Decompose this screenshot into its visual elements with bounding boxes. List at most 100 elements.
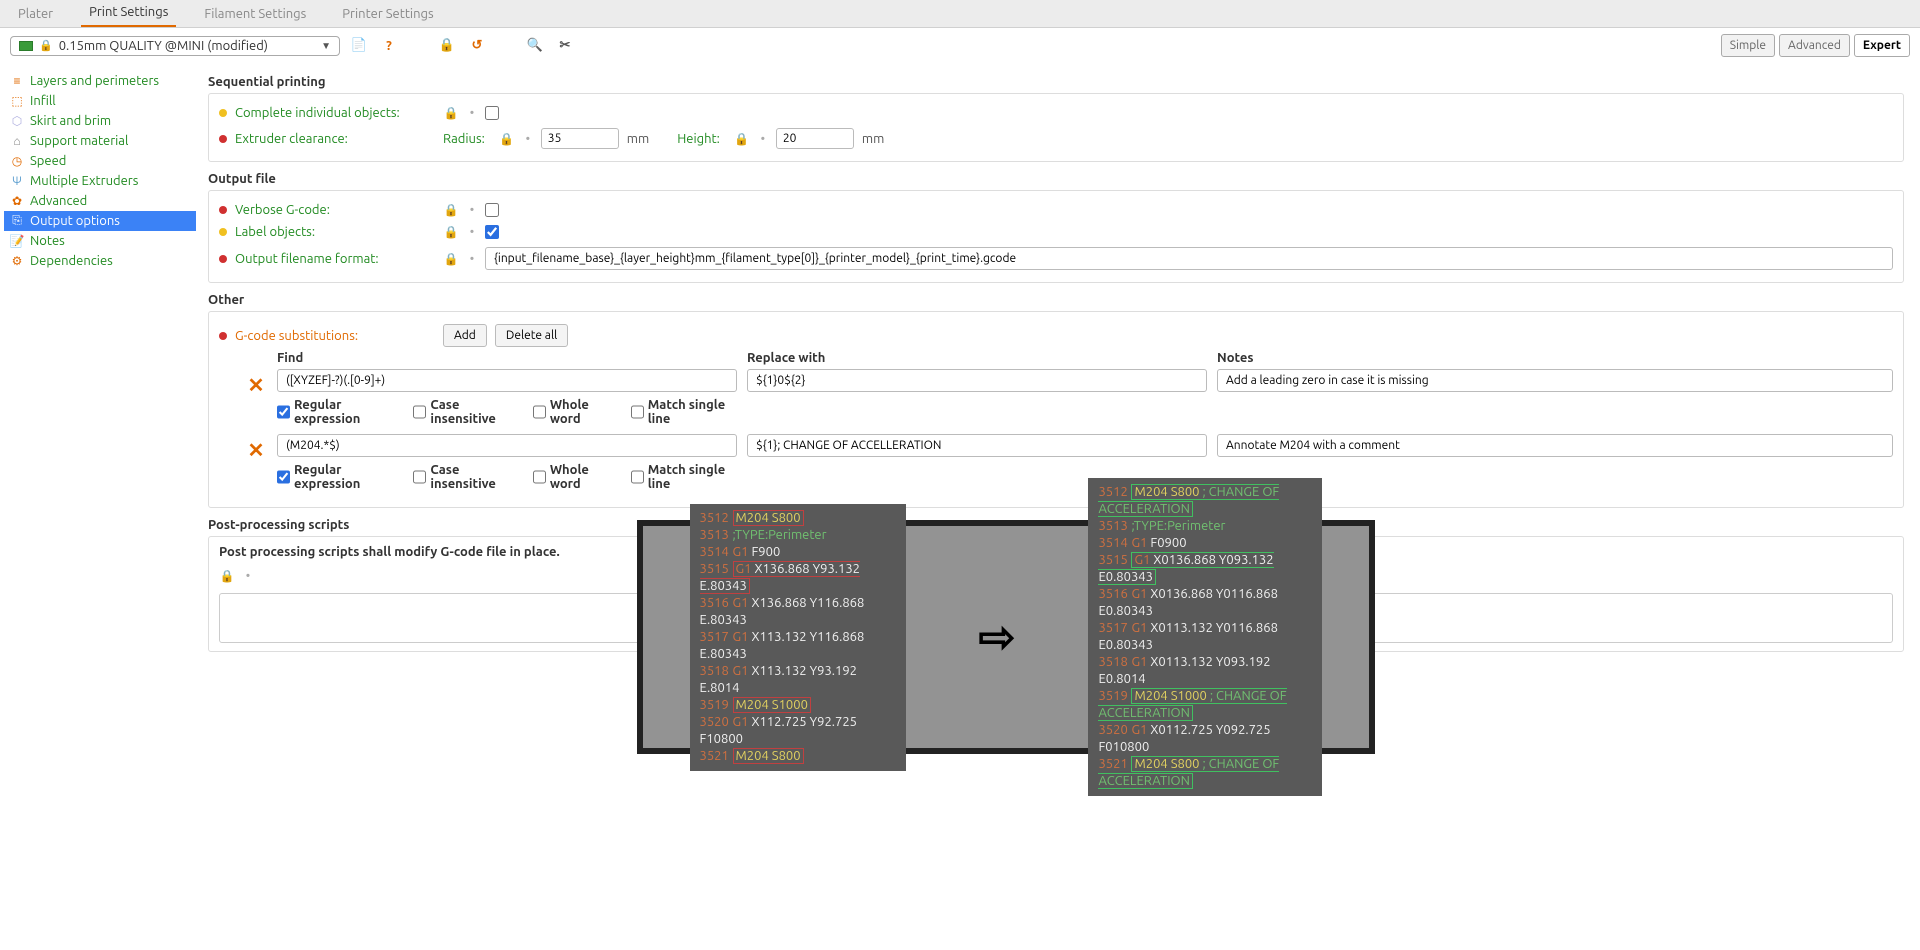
dot-icon: • [467,106,477,120]
section-other: Other [208,293,1904,307]
lock-icon[interactable]: 🔒 [219,569,235,583]
match-single-line-checkbox[interactable] [631,405,644,419]
lock-icon[interactable]: 🔒 [443,106,459,120]
match-single-line-checkbox[interactable] [631,470,644,484]
radius-input[interactable] [541,128,619,149]
output-filename-input[interactable] [485,247,1893,270]
label-complete-objects: Complete individual objects: [235,106,435,120]
notes-icon: 📝 [10,234,24,248]
lock-icon[interactable]: 🔒 [499,132,515,146]
label-output-filename: Output filename format: [235,252,435,266]
sidebar-item-layers[interactable]: ≡Layers and perimeters [4,71,196,91]
sidebar-item-notes[interactable]: 📝Notes [4,231,196,251]
extruders-icon: Ψ [10,174,24,188]
sidebar-item-advanced[interactable]: ✿Advanced [4,191,196,211]
notes-input[interactable] [1217,369,1893,392]
complete-objects-checkbox[interactable] [485,106,499,120]
case-label: Case insensitive [430,463,514,491]
delete-row-button[interactable]: ✕ [245,369,267,397]
height-input[interactable] [776,128,854,149]
section-output-file: Output file [208,172,1904,186]
arrow-right-icon: ⇨ [979,612,1016,663]
notes-input[interactable] [1217,434,1893,457]
mode-simple[interactable]: Simple [1721,34,1775,57]
save-preset-button[interactable]: 📄 [348,35,370,57]
gcode-after-pane: 3512 M204 S800 ; CHANGE OF ACCELERATION3… [1088,478,1322,796]
delete-row-button[interactable]: ✕ [245,434,267,462]
skirt-icon: ⬡ [10,114,24,128]
sidebar-item-speed[interactable]: ◷ Speed [4,151,196,171]
reset-button[interactable]: ↺ [466,35,488,57]
delete-all-substitutions-button[interactable]: Delete all [495,324,568,347]
single-label: Match single line [648,398,737,426]
tab-plater[interactable]: Plater [10,1,61,27]
help-button[interactable]: ? [378,35,400,57]
case-insensitive-checkbox[interactable] [413,470,426,484]
replace-input[interactable] [747,369,1207,392]
lock-icon[interactable]: 🔒 [443,203,459,217]
sidebar-item-label: Skirt and brim [30,114,111,128]
sidebar-item-infill[interactable]: ⬚Infill [4,91,196,111]
column-find: Find [277,351,737,365]
dependencies-icon: ⚙ [10,254,24,268]
sidebar-item-dependencies[interactable]: ⚙Dependencies [4,251,196,271]
column-replace: Replace with [747,351,1207,365]
substitution-row: ✕ Regular expression Case insensitive Wh… [245,434,1893,491]
label-objects-checkbox[interactable] [485,225,499,239]
dot-icon: • [467,225,477,239]
sidebar-item-multiple-extruders[interactable]: Ψ Multiple Extruders [4,171,196,191]
add-substitution-button[interactable]: Add [443,324,487,347]
preset-name: 0.15mm QUALITY @MINI (modified) [59,39,268,53]
output-icon: ⎘ [10,214,24,228]
lock-icon[interactable]: 🔒 [734,132,750,146]
whole-word-checkbox[interactable] [533,470,546,484]
label-verbose-gcode: Verbose G-code: [235,203,435,217]
verbose-gcode-checkbox[interactable] [485,203,499,217]
mode-expert[interactable]: Expert [1854,34,1910,57]
sidebar-item-label: Support material [30,134,128,148]
whole-label: Whole word [550,398,613,426]
unit-mm: mm [627,132,649,146]
advanced-icon: ✿ [10,194,24,208]
tool-button[interactable]: ✂ [554,35,576,57]
sidebar-item-label: Layers and perimeters [30,74,159,88]
settings-sidebar: ≡Layers and perimeters ⬚Infill ⬡ Skirt an… [0,63,200,682]
lock-icon[interactable]: 🔒 [443,225,459,239]
bullet-icon [219,332,227,340]
dot-icon: • [758,132,768,146]
case-insensitive-checkbox[interactable] [413,405,426,419]
sidebar-item-label: Multiple Extruders [30,174,138,188]
top-tabs: Plater Print Settings Filament Settings … [0,0,1920,28]
substitution-row: ✕ Regular expression Case insensitive Wh… [245,369,1893,426]
find-input[interactable] [277,434,737,457]
sidebar-item-support[interactable]: ⌂Support material [4,131,196,151]
sidebar-item-label: Speed [30,154,66,168]
mode-advanced[interactable]: Advanced [1779,34,1850,57]
regex-checkbox[interactable] [277,470,290,484]
bullet-icon [219,206,227,214]
regex-checkbox[interactable] [277,405,290,419]
dot-icon: • [467,203,477,217]
lock-toggle-button[interactable]: 🔒 [436,35,458,57]
infill-icon: ⬚ [10,94,24,108]
bullet-icon [219,135,227,143]
regex-label: Regular expression [294,398,395,426]
sidebar-item-skirt[interactable]: ⬡ Skirt and brim [4,111,196,131]
whole-word-checkbox[interactable] [533,405,546,419]
tab-print-settings[interactable]: Print Settings [81,0,176,27]
preset-selector[interactable]: 🔒 0.15mm QUALITY @MINI (modified) ▼ [10,36,340,56]
whole-label: Whole word [550,463,613,491]
case-label: Case insensitive [430,398,514,426]
label-gcode-substitutions: G-code substitutions: [235,329,435,343]
search-button[interactable]: 🔍 [524,35,546,57]
lock-icon[interactable]: 🔒 [443,252,459,266]
tab-filament-settings[interactable]: Filament Settings [196,1,314,27]
replace-input[interactable] [747,434,1207,457]
speed-icon: ◷ [10,154,24,168]
unit-mm: mm [862,132,884,146]
tab-printer-settings[interactable]: Printer Settings [334,1,441,27]
sidebar-item-output-options[interactable]: ⎘Output options [4,211,196,231]
label-height: Height: [677,132,720,146]
bullet-icon [219,109,227,117]
find-input[interactable] [277,369,737,392]
